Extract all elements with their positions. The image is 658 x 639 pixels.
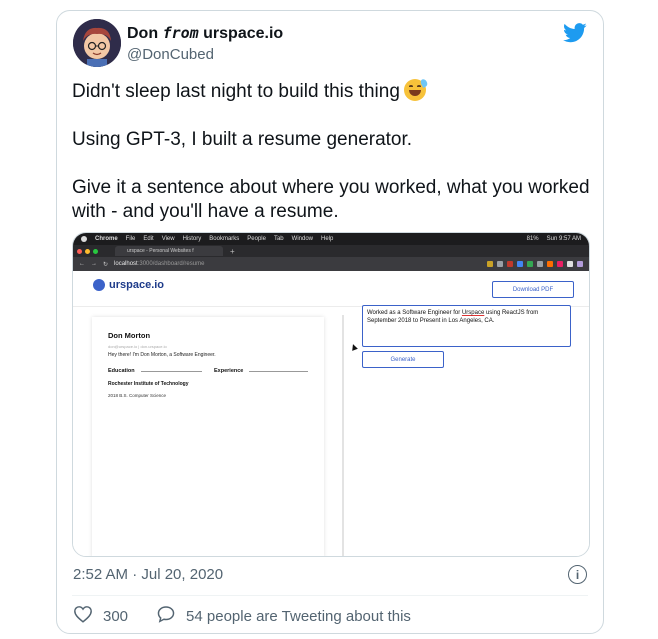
author-brand: urspace.io [203, 25, 284, 42]
heading-rule [140, 370, 202, 372]
menu-item: View [161, 236, 175, 242]
address-bar: ← → ↻ localhost:3000/dashboard/resume [73, 257, 589, 271]
web-page: urspace.io Download PDF Don Morton don@u… [73, 271, 589, 556]
avatar[interactable] [73, 19, 121, 67]
extension-icon [547, 261, 553, 267]
close-window-icon [77, 248, 82, 254]
resume-columns: Education Rochester Institute of Technol… [108, 368, 308, 398]
extension-icon [507, 261, 513, 267]
extension-icon [557, 261, 563, 267]
tweet-line: Using GPT-3, I built a resume generator. [72, 129, 413, 150]
browser-tab-bar: urspace - Personal Websites f + [73, 245, 589, 257]
reload-icon: ↻ [103, 261, 109, 268]
tweet-line: Didn't sleep last night to build this th… [72, 78, 592, 104]
resume-contact: don@urspace.io | don.urspace.io [108, 344, 167, 349]
extension-icon [487, 261, 493, 267]
resume-school: Rochester Institute of Technology [108, 381, 189, 387]
like-count: 300 [103, 607, 129, 625]
experience-heading-text: Experience [214, 368, 244, 374]
browser-tab: urspace - Personal Websites f [115, 246, 223, 256]
tweeting-about-text: 54 people are Tweeting about this [186, 607, 411, 625]
urspace-logo-icon [93, 279, 105, 291]
download-pdf-button: Download PDF [492, 281, 574, 298]
extension-icon [577, 261, 583, 267]
tweet-text: Didn't sleep last night to build this th… [72, 78, 592, 224]
menu-item: People [247, 236, 266, 242]
input-text-before: Worked as a Software Engineer for [367, 310, 462, 316]
extension-icon [497, 261, 503, 267]
tweet-actions: 300 54 people are Tweeting about this [73, 605, 411, 627]
like-action[interactable]: 300 [73, 605, 128, 627]
menu-item: History [182, 236, 202, 242]
resume-intro: Hey there! I'm Don Morton, a Software En… [108, 352, 216, 358]
menu-item: Edit [143, 236, 154, 242]
menu-item: Tab [273, 236, 284, 242]
back-icon: ← [79, 261, 85, 267]
menu-item: Help [321, 236, 334, 242]
resume-preview: Don Morton don@urspace.io | don.urspace.… [92, 317, 324, 556]
generate-button: Generate [362, 351, 444, 368]
mouse-cursor-icon [350, 343, 358, 351]
minimize-window-icon [85, 248, 90, 254]
education-heading-text: Education [108, 368, 135, 374]
author-first-name: Don [127, 25, 159, 42]
site-logo: urspace.io [93, 279, 164, 291]
tweet-timestamp[interactable]: 2:52 AM · Jul 20, 2020 [73, 566, 223, 583]
menu-item: Chrome [95, 236, 118, 242]
retweet-action[interactable]: 54 people are Tweeting about this [156, 605, 411, 627]
maximize-window-icon [93, 248, 98, 254]
input-text-brand: Urspace [461, 310, 485, 316]
extension-icon [527, 261, 533, 267]
grinning-sweat-emoji-icon [403, 78, 429, 101]
menu-item: Window [291, 236, 313, 242]
experience-heading: Experience [214, 368, 308, 374]
info-icon[interactable]: i [568, 565, 587, 584]
url-path: :3000/dashboard/resume [137, 261, 205, 267]
education-heading: Education [108, 368, 202, 374]
work-description-input: Worked as a Software Engineer for Urspac… [362, 305, 571, 347]
battery-status: 81% [526, 236, 539, 242]
pane-divider [342, 315, 344, 556]
url: localhost:3000/dashboard/resume [114, 261, 204, 267]
heart-icon[interactable] [73, 605, 93, 627]
footer-divider [72, 595, 588, 596]
mac-menu-bar: Chrome File Edit View History Bookmarks … [73, 233, 589, 245]
resume-degree: 2018 B.S. Computer Science [108, 393, 167, 398]
tweet-line-text: Didn't sleep last night to build this th… [72, 81, 400, 102]
tweet-media[interactable]: Chrome File Edit View History Bookmarks … [72, 232, 590, 557]
extension-icons [487, 261, 583, 267]
author-name[interactable]: Don from urspace.io [127, 24, 283, 43]
resume-experience: Experience [214, 368, 308, 398]
apple-icon [81, 236, 87, 242]
forward-icon: → [91, 261, 97, 267]
resume-education: Education Rochester Institute of Technol… [108, 368, 202, 398]
author-name-from: from [162, 24, 199, 42]
menu-item: Bookmarks [209, 236, 240, 242]
extension-icon [537, 261, 543, 267]
logo-text: urspace.io [109, 279, 165, 291]
twitter-bird-icon[interactable] [563, 23, 587, 43]
tweet-card: Don from urspace.io @DonCubed Didn't sle… [56, 10, 604, 634]
menu-item: File [125, 236, 136, 242]
menu-clock: Sun 9:57 AM [546, 236, 581, 242]
extension-icon [517, 261, 523, 267]
url-host: localhost [114, 261, 138, 267]
extension-icon [567, 261, 573, 267]
resume-name: Don Morton [108, 331, 151, 340]
speech-bubble-icon[interactable] [156, 605, 176, 627]
heading-rule [249, 370, 308, 372]
tweet-line: Give it a sentence about where you worke… [72, 177, 590, 222]
new-tab-icon: + [230, 246, 235, 256]
author-handle[interactable]: @DonCubed [127, 46, 214, 63]
